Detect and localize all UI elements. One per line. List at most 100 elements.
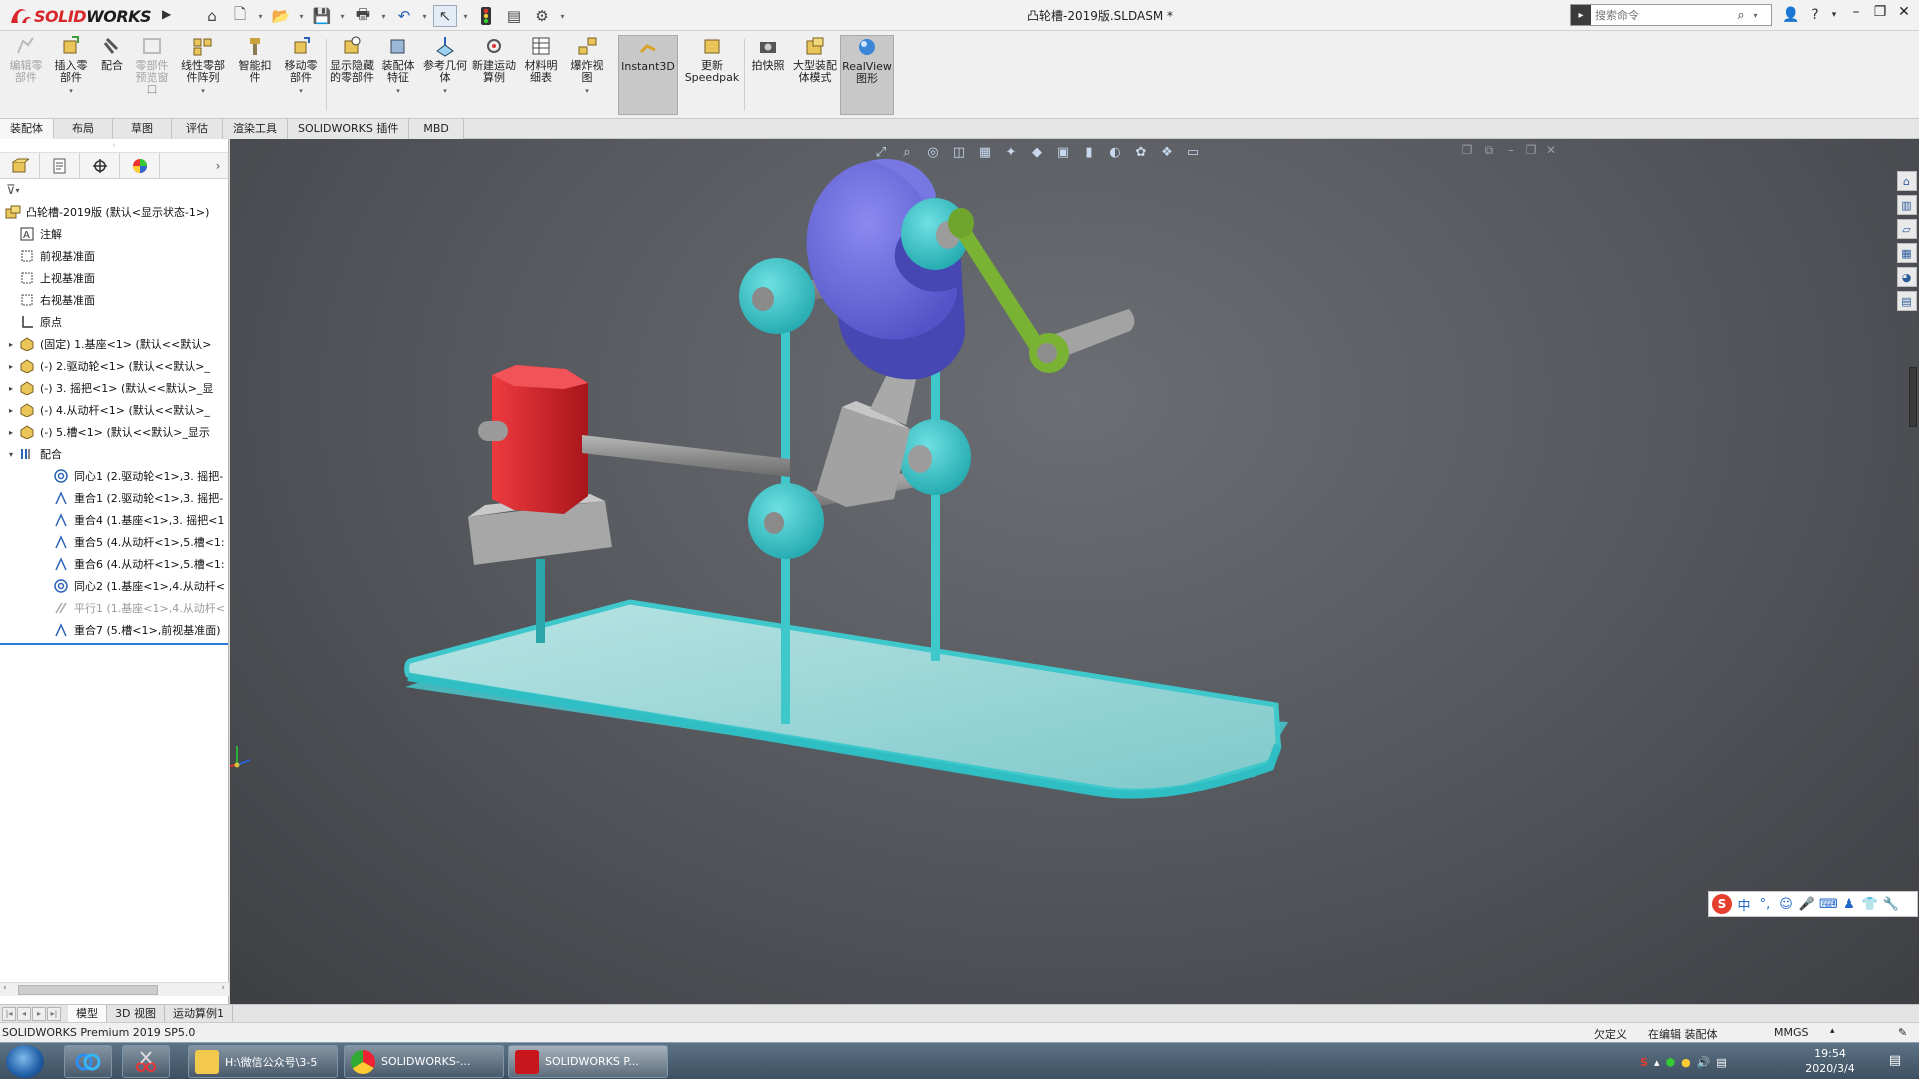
mate-button[interactable]: 配合	[96, 35, 128, 115]
tools-icon[interactable]: 🔧	[1882, 897, 1900, 912]
user-icon[interactable]: 👤	[1782, 7, 1800, 23]
help-dropdown-icon[interactable]: ▾	[1830, 10, 1838, 20]
pinned-app-tool[interactable]	[122, 1045, 170, 1078]
unit-system[interactable]: MMGS	[1774, 1026, 1809, 1039]
tree-item[interactable]: 平行1 (1.基座<1>,4.从动杆<	[0, 597, 228, 619]
tab-model[interactable]: 模型	[68, 1004, 107, 1023]
dropdown-arrow-icon[interactable]: ▾	[338, 5, 347, 27]
taskbar-solidworks-browser[interactable]: SOLIDWORKS-...	[344, 1045, 504, 1078]
linear-pattern-button[interactable]: 线性零部件阵列 ▾	[178, 35, 228, 115]
tree-expand-icon[interactable]: ▸	[4, 428, 18, 437]
action-center-icon[interactable]: ▤	[1884, 1047, 1906, 1075]
tab-motion-study-1[interactable]: 运动算例1	[165, 1004, 233, 1023]
scroll-right-icon[interactable]: ›	[221, 983, 225, 993]
new-motion-study-button[interactable]: 新建运动算例	[472, 35, 516, 115]
units-dropdown-icon[interactable]: ▴	[1830, 1026, 1835, 1036]
move-component-button[interactable]: 移动零部件 ▾	[280, 35, 322, 115]
rollback-bar[interactable]	[0, 643, 228, 645]
chinese-mode-icon[interactable]: 中	[1735, 895, 1753, 914]
dropdown-arrow-icon[interactable]: ▾	[69, 85, 73, 97]
search-dropdown-icon[interactable]: ▾	[1751, 4, 1760, 26]
tab-evaluate[interactable]: 评估	[172, 119, 223, 139]
realview-graphics-button[interactable]: RealView图形	[840, 35, 894, 115]
search-icon[interactable]: ⌕	[1731, 8, 1751, 23]
display-manager-tab[interactable]	[120, 153, 160, 178]
dropdown-arrow-icon[interactable]: ▾	[256, 5, 265, 27]
tree-expand-icon[interactable]: ▸	[4, 406, 18, 415]
dropdown-arrow-icon[interactable]: ▾	[379, 5, 388, 27]
dropdown-arrow-icon[interactable]: ▾	[201, 85, 205, 97]
first-tab-icon[interactable]: |◂	[2, 1006, 16, 1021]
tab-assembly[interactable]: 装配体	[0, 119, 54, 139]
sogou-tray-icon[interactable]: S	[1640, 1056, 1648, 1069]
sogou-logo-icon[interactable]: S	[1712, 894, 1732, 914]
clothing-icon[interactable]: 👕	[1861, 897, 1879, 912]
select-icon[interactable]: ↖	[433, 5, 457, 27]
search-commands-icon[interactable]: ▸	[1571, 5, 1591, 25]
smart-fasteners-button[interactable]: 智能扣件	[234, 35, 276, 115]
tab-solidworks-addins[interactable]: SOLIDWORKS 插件	[288, 119, 410, 139]
configuration-manager-tab[interactable]	[80, 153, 120, 178]
open-icon[interactable]: 📂	[269, 5, 293, 27]
dropdown-arrow-icon[interactable]: ▾	[461, 5, 470, 27]
keyboard-icon[interactable]: ⌨	[1819, 897, 1838, 912]
tree-item[interactable]: 前视基准面	[0, 245, 228, 267]
prev-tab-icon[interactable]: ◂	[17, 1006, 31, 1021]
tab-3d-views[interactable]: 3D 视图	[107, 1004, 165, 1023]
tree-filter[interactable]: ⊽ ▾	[0, 179, 228, 201]
tab-layout[interactable]: 布局	[54, 119, 113, 139]
tab-render-tools[interactable]: 渲染工具	[223, 119, 288, 139]
crank-arm[interactable]	[948, 208, 1135, 373]
tree-item[interactable]: A 注解	[0, 223, 228, 245]
tree-item[interactable]: ▸ (-) 3. 摇把<1> (默认<<默认>_显	[0, 377, 228, 399]
more-tabs-icon[interactable]: ›	[208, 159, 228, 173]
tree-expand-icon[interactable]: ▸	[4, 362, 18, 371]
reference-geometry-button[interactable]: 参考几何体 ▾	[422, 35, 468, 115]
update-speedpak-button[interactable]: 更新Speedpak	[684, 35, 740, 115]
system-clock[interactable]: 19:54 2020/3/4	[1790, 1046, 1870, 1076]
file-properties-icon[interactable]: ▤	[502, 5, 526, 27]
print-icon[interactable]: 🖶	[351, 5, 375, 27]
help-icon[interactable]: ?	[1806, 7, 1824, 23]
last-tab-icon[interactable]: ▸|	[47, 1006, 61, 1021]
tree-item[interactable]: 重合1 (2.驱动轮<1>,3. 摇把-	[0, 487, 228, 509]
follower-block[interactable]	[492, 365, 588, 514]
start-button[interactable]	[6, 1045, 44, 1078]
exploded-view-button[interactable]: 爆炸视图 ▾	[566, 35, 608, 115]
tree-item[interactable]: 重合6 (4.从动杆<1>,5.槽<1:	[0, 553, 228, 575]
tray-expand-icon[interactable]: ▴	[1654, 1056, 1660, 1069]
tree-item[interactable]: ▸ (固定) 1.基座<1> (默认<<默认>	[0, 333, 228, 355]
tree-item[interactable]: 重合4 (1.基座<1>,3. 摇把<1	[0, 509, 228, 531]
tree-item[interactable]: ▸ (-) 5.槽<1> (默认<<默认>_显示	[0, 421, 228, 443]
graphics-area[interactable]: ⤢ ⌕ ◎ ◫ ▦ ✦ ◆ ▣ ▮ ◐ ✿ ❖ ▭ ❐ ⧉ – ❐ ✕ ⌂ ▥ …	[230, 139, 1919, 1004]
tree-item[interactable]: 同心2 (1.基座<1>,4.从动杆<	[0, 575, 228, 597]
save-icon[interactable]: 💾	[310, 5, 334, 27]
scroll-left-icon[interactable]: ‹	[3, 983, 7, 993]
tree-item[interactable]: 重合5 (4.从动杆<1>,5.槽<1:	[0, 531, 228, 553]
tree-item[interactable]: 同心1 (2.驱动轮<1>,3. 摇把-	[0, 465, 228, 487]
dropdown-arrow-icon[interactable]: ▾	[585, 85, 589, 97]
insert-component-button[interactable]: 插入零部件 ▾	[50, 35, 92, 115]
panel-horizontal-scrollbar[interactable]: ‹ ›	[0, 982, 229, 996]
close-button[interactable]: ✕	[1894, 4, 1914, 26]
next-tab-icon[interactable]: ▸	[32, 1006, 46, 1021]
tree-expand-icon[interactable]: ▸	[4, 384, 18, 393]
tree-item[interactable]: ▸ (-) 4.从动杆<1> (默认<<默认>_	[0, 399, 228, 421]
home-icon[interactable]: ⌂	[200, 5, 224, 27]
undo-icon[interactable]: ↶	[392, 5, 416, 27]
pinned-app-baidu[interactable]	[64, 1045, 112, 1078]
show-hidden-components-button[interactable]: 显示隐藏的零部件	[330, 35, 374, 115]
menu-flyout-arrow[interactable]: ▶	[162, 7, 174, 25]
feature-manager-tab[interactable]	[0, 153, 40, 178]
assembly-features-button[interactable]: 装配体特征 ▾	[378, 35, 418, 115]
tree-item[interactable]: 右视基准面	[0, 289, 228, 311]
tree-item[interactable]: 重合7 (5.槽<1>,前视基准面)	[0, 619, 228, 641]
tree-item[interactable]: 原点	[0, 311, 228, 333]
dropdown-arrow-icon[interactable]: ▾	[420, 5, 429, 27]
skin-icon[interactable]: ♟	[1840, 897, 1858, 912]
dropdown-arrow-icon[interactable]: ▾	[443, 85, 447, 97]
panel-grip[interactable]: ◦	[0, 139, 228, 153]
security-icon[interactable]: ⬢	[1665, 1056, 1675, 1069]
solidworks-logo[interactable]: SOLIDWORKS	[8, 4, 158, 28]
search-input[interactable]	[1591, 8, 1731, 22]
